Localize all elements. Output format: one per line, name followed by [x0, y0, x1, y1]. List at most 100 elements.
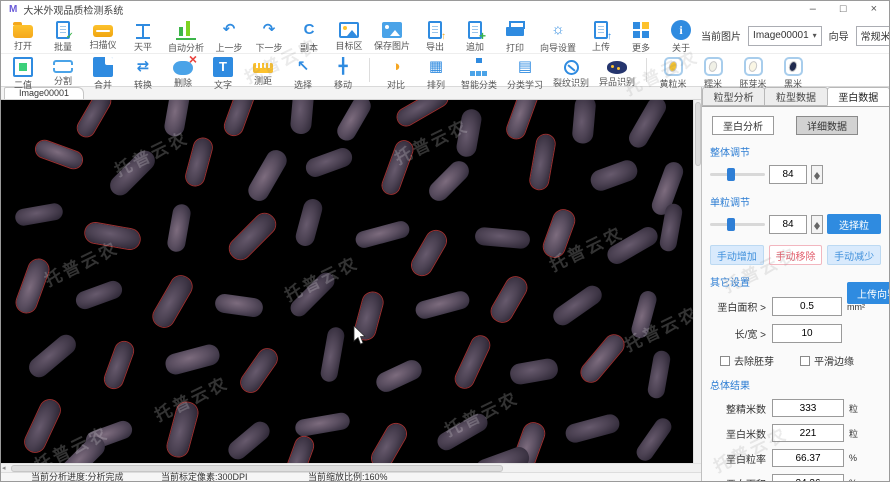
- overall-adjust-spinner[interactable]: [811, 165, 823, 184]
- vertical-scroll-thumb[interactable]: [695, 102, 701, 166]
- toolbar-move-button[interactable]: ╋移动: [323, 54, 363, 92]
- toolbar-glutinous-rice-button[interactable]: 糯米: [693, 54, 733, 92]
- rice-grain: [578, 331, 628, 385]
- smooth-edge-checkbox[interactable]: 平滑边缘: [800, 353, 854, 368]
- toolbar-scanner-button[interactable]: 扫描仪: [83, 17, 123, 55]
- toolbar-batch-button[interactable]: 批量: [43, 17, 83, 55]
- toolbar-duplicate-button[interactable]: C副本: [289, 17, 329, 55]
- length-width-input[interactable]: 10: [772, 324, 842, 343]
- current-image-select[interactable]: Image00001▾: [748, 26, 822, 46]
- detail-data-button[interactable]: 详细数据: [796, 116, 858, 135]
- overall-slider-thumb[interactable]: [727, 168, 735, 181]
- rice-grain: [14, 257, 52, 316]
- chalk-analyze-button[interactable]: 垩白分析: [712, 116, 774, 135]
- remove-germ-checkbox[interactable]: 去除胚芽: [720, 353, 774, 368]
- toolbar-target-area-button[interactable]: 目标区: [329, 17, 369, 55]
- toolbar-contrast-button[interactable]: ◑对比: [376, 54, 416, 92]
- result-value: 221: [772, 424, 844, 442]
- toolbar-classify-learning-button[interactable]: ▤分类学习: [502, 54, 548, 92]
- toolbar-append-button[interactable]: 追加: [455, 17, 495, 55]
- result-unit: 粒: [849, 402, 858, 415]
- single-adjust-value[interactable]: 84: [769, 215, 807, 234]
- toolbar-wizard-settings-button[interactable]: ☼向导设置: [535, 17, 581, 55]
- manual-remove-button[interactable]: 手动移除: [769, 245, 823, 265]
- toolbar-upload-button[interactable]: 上传: [581, 17, 621, 55]
- select-grain-button[interactable]: 选择粒: [827, 214, 881, 234]
- toolbar-black-rice-button[interactable]: 黑米: [773, 54, 813, 92]
- toolbar-label: 合并: [94, 78, 112, 91]
- toolbar-label: 打印: [506, 41, 524, 54]
- toolbar-label: 目标区: [336, 39, 363, 52]
- rice-grain: [394, 100, 450, 129]
- horizontal-scrollbar[interactable]: ◂: [1, 463, 701, 472]
- spinner-up-icon[interactable]: [812, 166, 822, 175]
- toolbar-save-image-button[interactable]: 保存图片: [369, 17, 415, 55]
- toolbar-about-button[interactable]: 关于: [661, 17, 701, 55]
- length-width-label: 长/宽 >: [710, 326, 772, 341]
- overall-adjust-value[interactable]: 84: [769, 165, 807, 184]
- spinner-down-icon[interactable]: [812, 224, 822, 233]
- rice-grain: [354, 219, 412, 250]
- upload-wizard-button[interactable]: 上传向导: [847, 282, 889, 304]
- spinner-up-icon[interactable]: [812, 216, 822, 225]
- toolbar-label: 关于: [672, 41, 690, 54]
- toolbar-foreign-detect-button[interactable]: 异品识别: [594, 54, 640, 92]
- rice-grain: [222, 100, 255, 138]
- minimize-button[interactable]: –: [810, 4, 816, 14]
- arrange-icon: ▦: [426, 57, 446, 77]
- single-adjust-spinner[interactable]: [811, 215, 823, 234]
- tab-chalk-data[interactable]: 垩白数据: [827, 87, 889, 106]
- toolbar-prev-step-button[interactable]: ↶上一步: [209, 17, 249, 55]
- status-dpi: 当前标定像素:300DPI: [161, 473, 248, 482]
- spinner-down-icon[interactable]: [812, 174, 822, 183]
- single-slider-thumb[interactable]: [727, 218, 735, 231]
- manual-add-button[interactable]: 手动增加: [710, 245, 764, 265]
- toolbar-delete-button[interactable]: 删除: [163, 54, 203, 92]
- overall-adjust-slider[interactable]: [710, 167, 765, 182]
- toolbar-crack-detect-button[interactable]: 裂纹识别: [548, 54, 594, 92]
- horizontal-scroll-thumb[interactable]: [11, 465, 503, 472]
- toolbar-more-button[interactable]: 更多: [621, 17, 661, 55]
- toolbar-open-button[interactable]: 打开: [3, 17, 43, 55]
- vertical-scrollbar[interactable]: [693, 100, 701, 463]
- toolbar-label: 移动: [334, 78, 352, 91]
- status-zoom: 当前缩放比例:160%: [308, 473, 388, 482]
- toolbar-label: 黑米: [784, 77, 802, 90]
- toolbar-smart-classify-button[interactable]: 智能分类: [456, 54, 502, 92]
- toolbar-print-button[interactable]: 打印: [495, 17, 535, 55]
- toolbar-label: 上一步: [216, 41, 243, 54]
- toolbar-right-controls: 当前图片 Image00001▾ 向导 常规米▾ ▶ 开始检测: [701, 17, 890, 54]
- status-progress: 当前分析进度:分析完成: [31, 473, 124, 482]
- rice-grain: [226, 210, 280, 264]
- toolbar-merge-button[interactable]: 合并: [83, 54, 123, 92]
- chalk-area-input[interactable]: 0.5: [772, 297, 842, 316]
- toolbar-arrange-button[interactable]: ▦排列: [416, 54, 456, 92]
- result-label: 整精米数: [710, 401, 772, 416]
- toolbar-export-button[interactable]: 导出: [415, 17, 455, 55]
- image-canvas[interactable]: 托普云农托普云农托普云农托普云农托普云农托普云农托普云农托普云农托普云农: [1, 100, 693, 463]
- toolbar-balance-button[interactable]: 天平: [123, 17, 163, 55]
- toolbar-text-button[interactable]: 文字: [203, 54, 243, 92]
- single-adjust-title: 单粒调节: [710, 194, 881, 209]
- toolbar-split-button[interactable]: 分割: [43, 54, 83, 92]
- rice-grain: [414, 289, 472, 321]
- rice-grain: [541, 207, 577, 259]
- overall-results-title: 总体结果: [710, 377, 881, 392]
- wizard-select[interactable]: 常规米▾: [856, 26, 890, 46]
- toolbar-germ-rice-button[interactable]: 胚芽米: [733, 54, 773, 92]
- rice-grain: [373, 357, 425, 395]
- maximize-button[interactable]: □: [840, 4, 847, 14]
- close-button[interactable]: ×: [871, 4, 877, 14]
- toolbar-measure-button[interactable]: 测距: [243, 54, 283, 92]
- rice-grain: [73, 278, 124, 311]
- toolbar-yellow-rice-button[interactable]: 黄粒米: [653, 54, 693, 92]
- single-adjust-slider[interactable]: [710, 217, 765, 232]
- toolbar-label: 分割: [54, 74, 72, 87]
- toolbar-next-step-button[interactable]: ↷下一步: [249, 17, 289, 55]
- toolbar-auto-analyze-button[interactable]: 自动分析: [163, 17, 209, 55]
- toolbar-convert-button[interactable]: ⇄转换: [123, 54, 163, 92]
- toolbar-binary-button[interactable]: 二值: [3, 54, 43, 92]
- result-unit: 粒: [849, 427, 858, 440]
- manual-decrease-button[interactable]: 手动减少: [827, 245, 881, 265]
- toolbar-select-button[interactable]: ↖选择: [283, 54, 323, 92]
